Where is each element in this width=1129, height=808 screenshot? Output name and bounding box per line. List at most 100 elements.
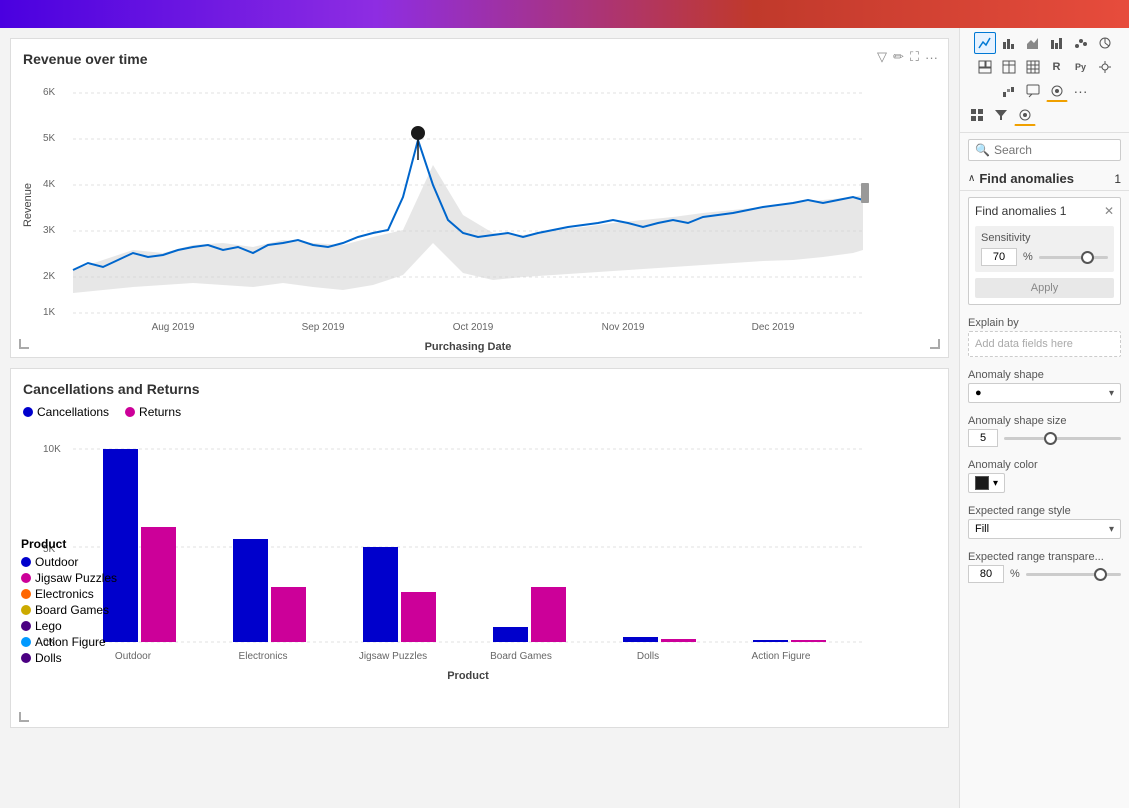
resize-handle-bl[interactable] [19,339,29,349]
y-label-4k: 4K [43,179,56,190]
x-label-oct: Oct 2019 [453,322,494,333]
viz-smart-narrate[interactable] [1022,80,1044,102]
top-bar [0,0,1129,28]
bar-dolls-cancellations [623,637,658,642]
anomaly-card-title: Find anomalies 1 [975,204,1066,218]
y-label-6k: 6K [43,87,56,98]
anomaly-size-thumb [1044,432,1057,445]
revenue-svg: 6K 5K 4K 3K 2K 1K Revenue [23,75,883,335]
legend-actionfigure-dot [21,637,31,647]
viz-more[interactable]: ··· [1070,80,1092,102]
revenue-chart-title: Revenue over time [23,51,936,67]
explain-by-label: Explain by [960,311,1129,331]
product-legend: Product Outdoor Jigsaw Puzzles Electroni… [21,537,117,667]
viz-table[interactable] [998,56,1020,78]
apply-button[interactable]: Apply [975,278,1114,298]
right-panel: Filters [959,28,1129,808]
sensitivity-value[interactable]: 70 [981,248,1017,266]
resize-handle-br[interactable] [930,339,940,349]
filter-icon[interactable]: ▽ [877,49,887,65]
anomaly-shape-select[interactable]: ● ▾ [968,383,1121,403]
sensitivity-pct: % [1023,251,1033,263]
legend-electronics-label: Electronics [35,587,94,601]
viz-row-2: R Py [964,56,1125,78]
expected-range-transparency-label: Expected range transpare... [960,545,1129,565]
legend-cancellations-label: Cancellations [37,405,109,419]
expected-range-style-label: Expected range style [960,499,1129,519]
y-label-3k: 3K [43,225,56,236]
bar-outdoor-returns [141,527,176,642]
anomaly-size-row: 5 [968,429,1121,447]
bar-chart-legend: Cancellations Returns [23,405,936,419]
viz-treemap[interactable] [974,56,996,78]
x-label-boardgames: Board Games [490,651,552,662]
viz-waterfall[interactable] [998,80,1020,102]
anomaly-color-swatch [975,476,989,490]
bar-chart-svg: 10K 5K 0K [23,427,883,697]
legend-returns-dot [125,407,135,417]
transparency-value[interactable]: 80 [968,565,1004,583]
viz-fields[interactable] [966,104,988,126]
add-fields-box[interactable]: Add data fields here [968,331,1121,357]
resize-handle-right[interactable] [861,183,869,203]
viz-filter2[interactable] [990,104,1012,126]
viz-column-chart[interactable] [1046,32,1068,54]
viz-anomaly-icon[interactable] [1046,80,1068,102]
sensitivity-slider[interactable] [1039,256,1108,259]
viz-python[interactable]: Py [1070,56,1092,78]
anomaly-settings-scroll: Find anomalies 1 ✕ Sensitivity 70 % Appl… [960,191,1129,808]
viz-narrate2[interactable] [1014,104,1036,126]
anomaly-size-label: Anomaly shape size [960,409,1129,429]
legend-actionfigure-label: Action Figure [35,635,106,649]
anomaly-marker [411,126,425,140]
sensitivity-thumb [1081,251,1094,264]
legend-boardgames: Board Games [21,603,117,617]
anomaly-color-label: Anomaly color [960,453,1129,473]
bar-chart-title: Cancellations and Returns [23,381,936,397]
viz-decomp[interactable] [1094,56,1116,78]
expand-icon[interactable]: ⛶ [910,49,919,65]
x-label-dolls: Dolls [637,651,659,662]
bar-actionfigure-cancellations [753,640,788,642]
sensitivity-label: Sensitivity [981,232,1108,244]
anomaly-shape-dropdown[interactable]: ● ▾ [968,383,1121,403]
edit-icon[interactable]: ✏ [893,49,904,65]
y-label-1k: 1K [43,307,56,318]
find-anomalies-count: 1 [1114,172,1121,186]
anomaly-size-value[interactable]: 5 [968,429,998,447]
viz-area-chart[interactable] [1022,32,1044,54]
legend-lego: Lego [21,619,117,633]
more-icon[interactable]: ··· [925,50,938,65]
transparency-pct: % [1010,568,1020,580]
main-area: Revenue over time ▽ ✏ ⛶ ··· 6K 5K 4K 3K … [0,28,1129,808]
anomaly-card: Find anomalies 1 ✕ Sensitivity 70 % Appl… [968,197,1121,305]
viz-pie[interactable] [1094,32,1116,54]
find-anomalies-title: Find anomalies [979,171,1114,186]
legend-boardgames-label: Board Games [35,603,109,617]
expected-range-style-dropdown[interactable]: Fill ▾ [968,519,1121,539]
viz-scatter[interactable] [1070,32,1092,54]
viz-matrix[interactable] [1022,56,1044,78]
anomaly-size-slider[interactable] [1004,437,1121,440]
search-box: 🔍 [968,139,1121,161]
bar-resize-bl[interactable] [19,712,29,722]
x-label-dec: Dec 2019 [752,322,795,333]
bar-jigsaw-returns [401,592,436,642]
viz-line-chart[interactable] [974,32,996,54]
bar-chart-container: Cancellations and Returns Cancellations … [10,368,949,728]
search-input[interactable] [994,143,1114,157]
transparency-slider[interactable] [1026,573,1121,576]
x-axis-title: Purchasing Date [425,341,512,353]
anomaly-close-button[interactable]: ✕ [1104,204,1114,218]
revenue-chart-container: Revenue over time ▽ ✏ ⛶ ··· 6K 5K 4K 3K … [10,38,949,358]
bar-electronics-returns [271,587,306,642]
viz-bar-chart[interactable] [998,32,1020,54]
y-label-5k: 5K [43,133,56,144]
legend-outdoor-dot [21,557,31,567]
find-anomalies-header[interactable]: ∧ Find anomalies 1 [960,167,1129,191]
anomaly-shape-value: ● [975,387,982,399]
transparency-row: 80 % [968,565,1121,583]
viz-r[interactable]: R [1046,56,1068,78]
x-label-electronics: Electronics [239,651,288,662]
anomaly-color-button[interactable]: ▾ [968,473,1005,493]
